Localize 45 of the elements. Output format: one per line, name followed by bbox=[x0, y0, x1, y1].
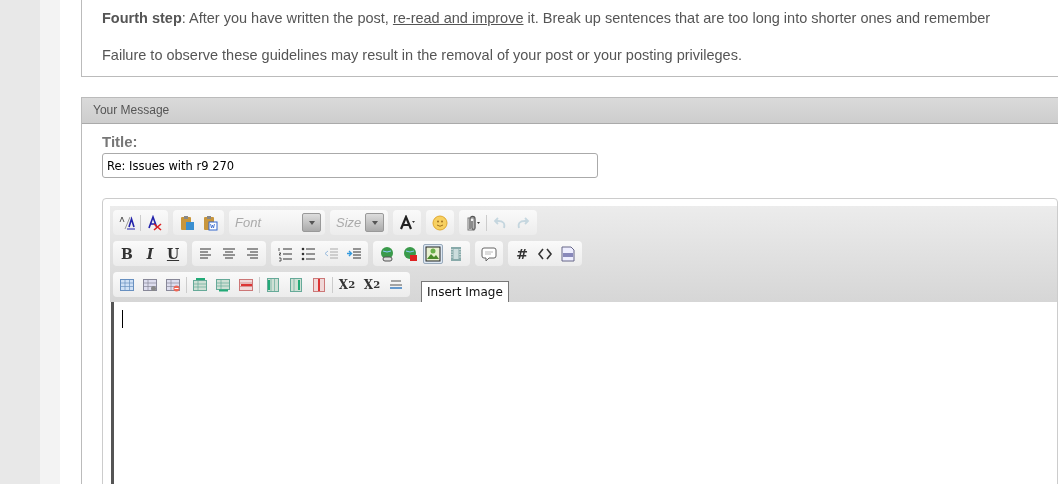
bullet-list-icon bbox=[300, 245, 316, 262]
title-input[interactable]: Re: Issues with r9 270 bbox=[102, 153, 598, 178]
column-left-icon bbox=[265, 276, 281, 293]
indent-icon bbox=[346, 245, 362, 262]
column-delete-icon bbox=[311, 276, 327, 293]
text-style-icon bbox=[119, 214, 135, 231]
reread-link[interactable]: re-read and improve bbox=[392, 10, 524, 26]
row-delete-icon bbox=[238, 276, 254, 293]
numbered-list-icon bbox=[277, 245, 293, 262]
font-color-icon bbox=[399, 214, 415, 231]
dropdown-arrow-icon bbox=[370, 218, 379, 227]
image-button[interactable] bbox=[423, 243, 443, 264]
title-label: Title: bbox=[102, 133, 138, 151]
globe-unlink-icon bbox=[402, 245, 418, 262]
smiley-button[interactable] bbox=[430, 212, 450, 233]
panel-header: Your Message bbox=[82, 98, 1058, 124]
smiley-icon bbox=[432, 214, 448, 231]
align-right-icon bbox=[244, 245, 260, 262]
clear-format-icon bbox=[146, 214, 162, 231]
table-delete-icon bbox=[165, 276, 181, 293]
column-right-icon bbox=[288, 276, 304, 293]
align-left-icon bbox=[198, 245, 214, 262]
paperclip-icon bbox=[465, 214, 481, 231]
film-icon bbox=[448, 245, 464, 262]
bold-button[interactable]: B bbox=[117, 243, 137, 264]
undo-icon bbox=[492, 214, 508, 231]
underline-button[interactable]: U bbox=[163, 243, 183, 264]
redo-icon bbox=[515, 214, 531, 231]
row-below-icon bbox=[215, 276, 231, 293]
row-above-icon bbox=[192, 276, 208, 293]
align-center-icon bbox=[221, 245, 237, 262]
guideline-step-text: Fourth step: After you have written the post, re-read and improve it. Break up sentences that are too long into shorter ones and remember bbox=[102, 9, 992, 28]
guideline-note-text: Failure to observe these guidelines may result in the removal of your post or your posting privileges. bbox=[102, 46, 743, 65]
clipboard-icon bbox=[179, 214, 195, 231]
clipboard-document-icon bbox=[202, 214, 218, 231]
globe-link-icon bbox=[379, 245, 395, 262]
tooltip: Insert Image bbox=[421, 281, 509, 303]
table-icon bbox=[119, 276, 135, 293]
image-icon bbox=[425, 245, 441, 262]
text-cursor bbox=[122, 310, 123, 328]
speech-bubble-icon bbox=[481, 245, 497, 262]
table-properties-icon bbox=[142, 276, 158, 293]
italic-button[interactable]: I bbox=[140, 243, 160, 264]
outdent-icon bbox=[323, 245, 339, 262]
dropdown-arrow-icon bbox=[307, 218, 316, 227]
